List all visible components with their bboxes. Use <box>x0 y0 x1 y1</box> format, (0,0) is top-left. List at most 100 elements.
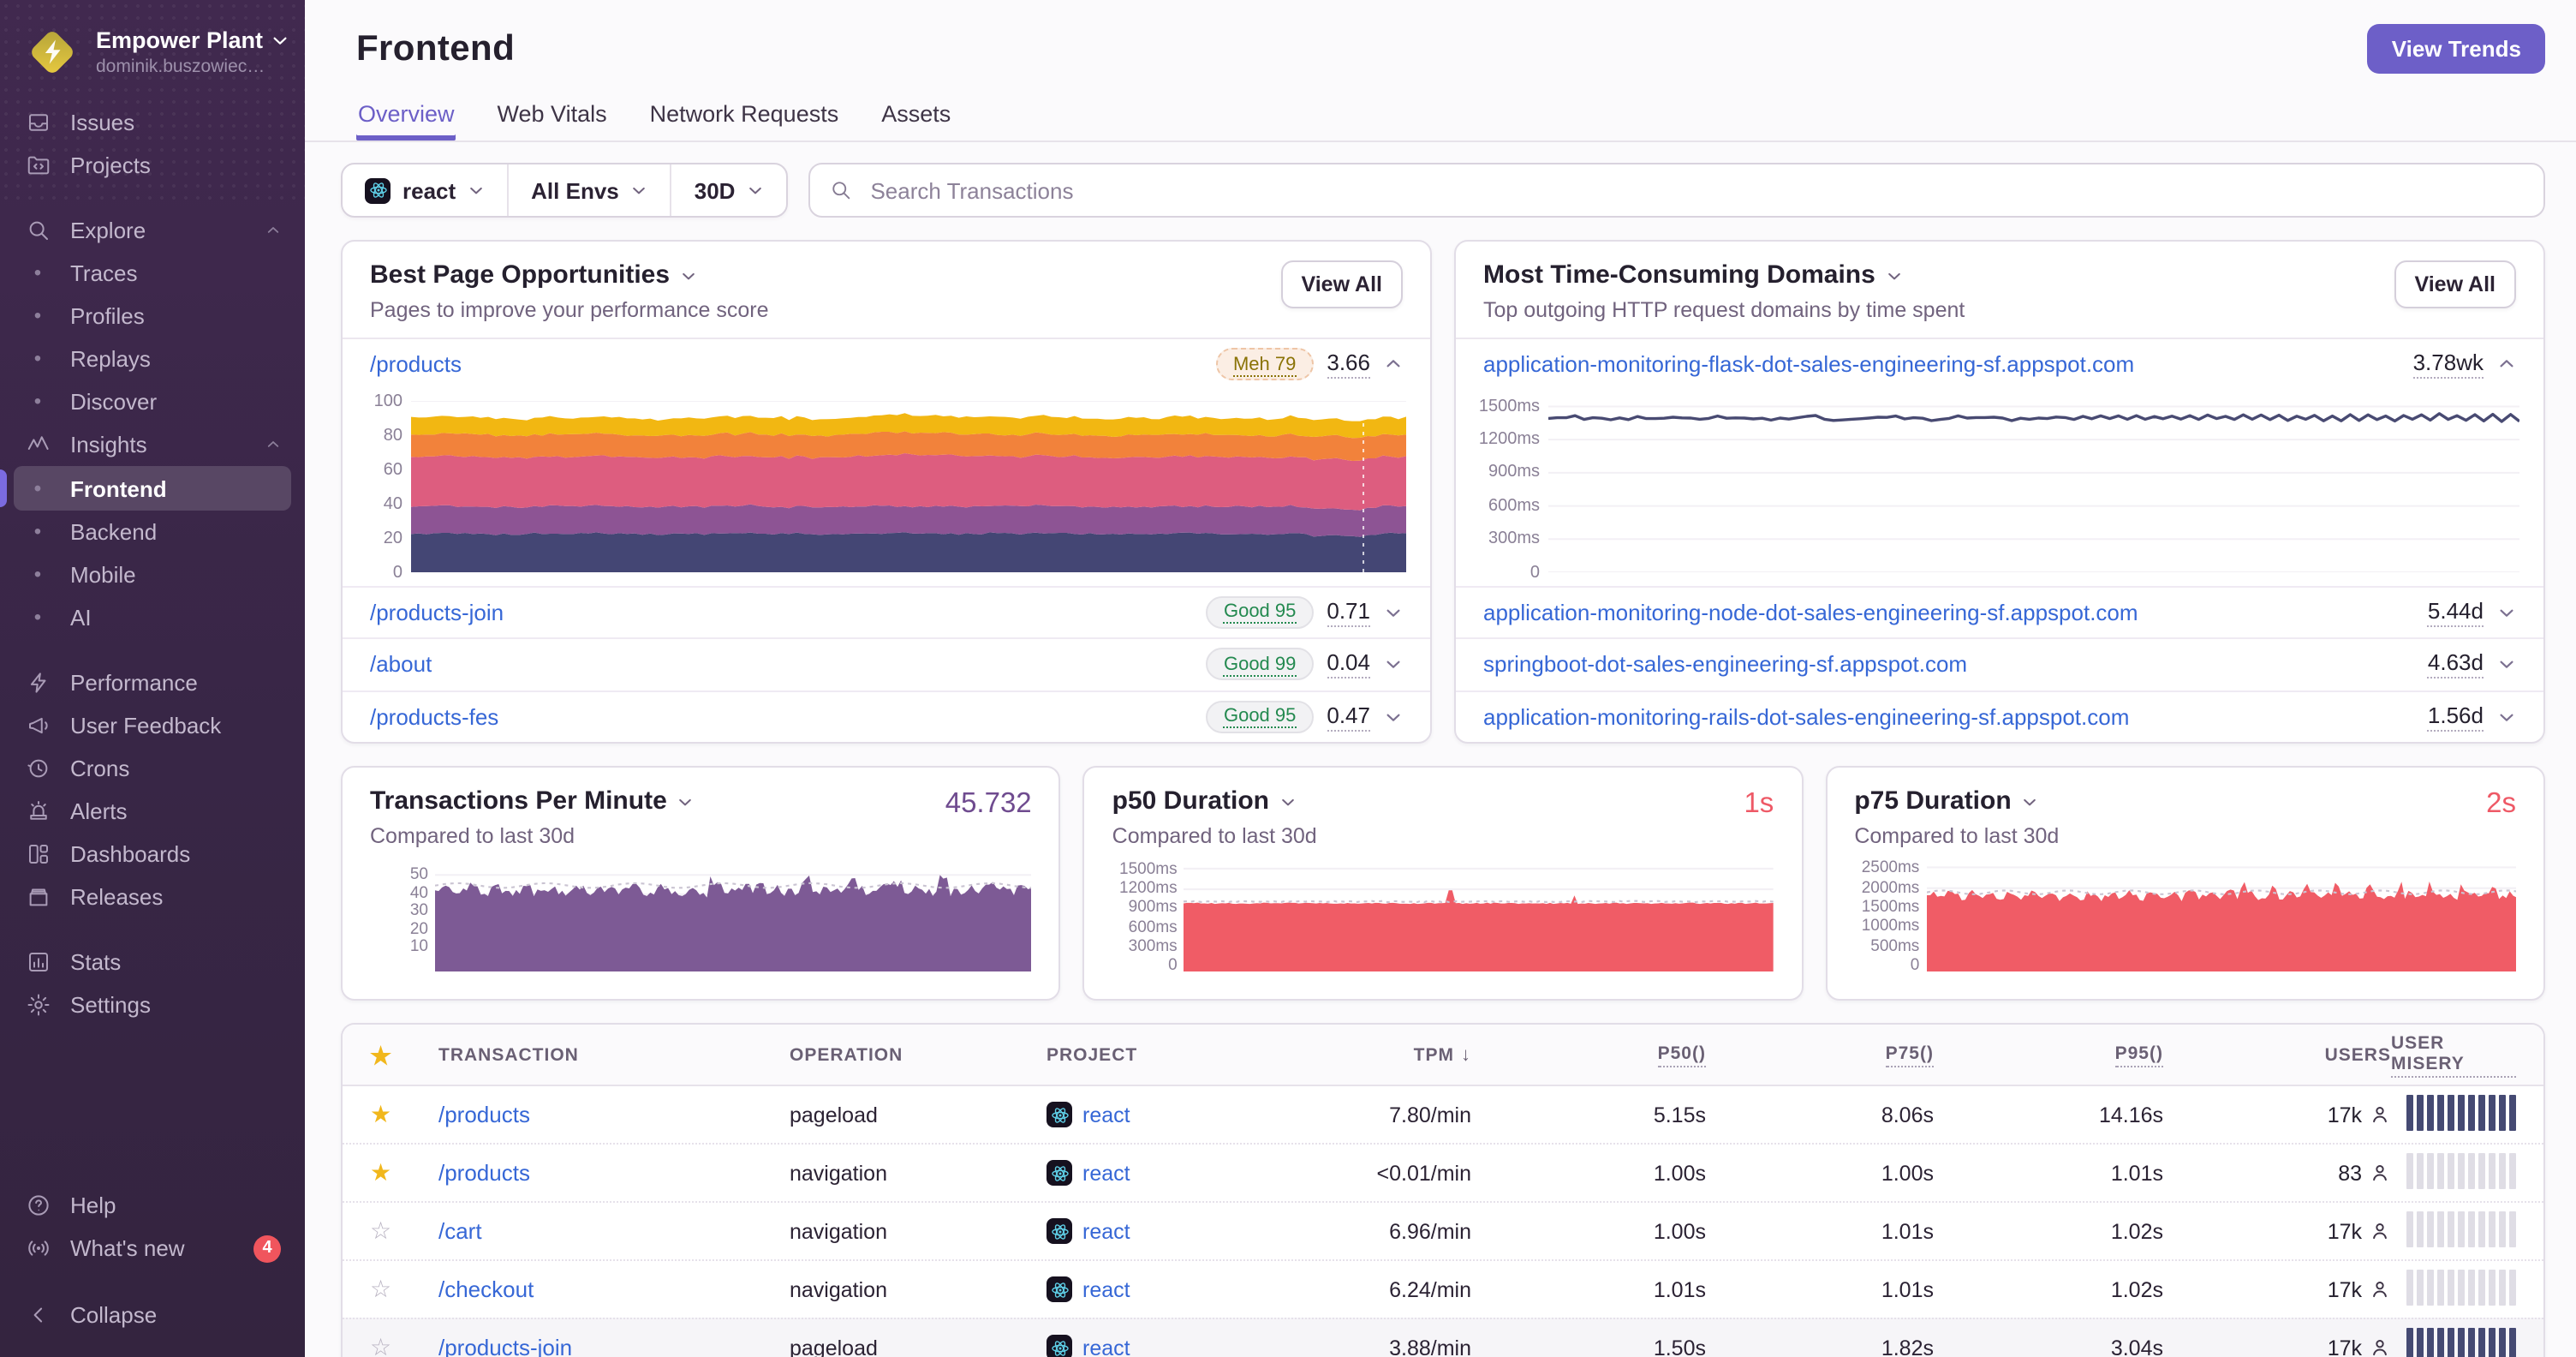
domain-link[interactable]: springboot-dot-sales-engineering-sf.apps… <box>1483 652 1967 678</box>
user-misery-bars <box>2406 1152 2516 1188</box>
y-axis-label: 300ms <box>1488 529 1540 549</box>
page-link[interactable]: /about <box>370 652 432 678</box>
project-filter[interactable]: react <box>343 164 507 216</box>
tab-overview[interactable]: Overview <box>356 93 456 140</box>
sidebar-item-mobile[interactable]: • Mobile <box>0 553 305 596</box>
sidebar-item-releases[interactable]: Releases <box>0 876 305 918</box>
best-pages-title-dropdown[interactable]: Best Page Opportunities <box>370 260 769 290</box>
sidebar-item-replays[interactable]: • Replays <box>0 338 305 380</box>
domain-link[interactable]: application-monitoring-rails-dot-sales-e… <box>1483 704 2129 730</box>
metric-card-p75-duration: p75 Duration 2s Compared to last 30d 2500ms… <box>1825 766 2545 1001</box>
sidebar-item-help[interactable]: Help <box>0 1184 305 1227</box>
topbar: Frontend View Trends <box>305 0 2576 74</box>
chevron-down-icon[interactable] <box>677 792 695 810</box>
sidebar-item-what-s-new[interactable]: What's new 4 <box>0 1227 305 1270</box>
chevron-down-icon[interactable] <box>1384 655 1403 674</box>
tab-web-vitals[interactable]: Web Vitals <box>496 93 609 140</box>
sidebar-item-dashboards[interactable]: Dashboards <box>0 833 305 876</box>
chevron-down-icon[interactable] <box>2497 603 2516 622</box>
chevron-down-icon[interactable] <box>1384 708 1403 726</box>
sidebar-item-issues[interactable]: Issues <box>0 101 305 144</box>
transaction-link[interactable]: /checkout <box>438 1276 534 1302</box>
sidebar-item-discover[interactable]: • Discover <box>0 380 305 423</box>
date-range-filter[interactable]: 30D <box>670 164 787 216</box>
domain-link[interactable]: application-monitoring-node-dot-sales-en… <box>1483 600 2138 625</box>
project-link[interactable]: react <box>1082 1336 1130 1357</box>
metric-cards: Transactions Per Minute 45.732 Compared to… <box>341 766 2545 1001</box>
transaction-link[interactable]: /products <box>438 1160 530 1186</box>
table-body: ★ /products pageload react 7.80/min 5.15s 8.06… <box>343 1086 2543 1357</box>
sidebar-item-performance[interactable]: Performance <box>0 661 305 704</box>
domains-view-all-button[interactable]: View All <box>2394 260 2516 308</box>
chevron-up-icon[interactable] <box>2497 356 2516 374</box>
column-header-operation[interactable]: OPERATION <box>790 1044 1046 1065</box>
sidebar-item-alerts[interactable]: Alerts <box>0 790 305 833</box>
p75-cell: 1.01s <box>1881 1277 1934 1301</box>
chevron-down-icon[interactable] <box>2497 655 2516 674</box>
column-header-misery[interactable]: USER MISERY <box>2391 1032 2516 1077</box>
view-trends-button[interactable]: View Trends <box>2367 24 2545 74</box>
project-link[interactable]: react <box>1082 1277 1130 1301</box>
star-outline-icon[interactable]: ☆ <box>370 1333 391 1357</box>
column-header-project[interactable]: PROJECT <box>1046 1044 1321 1065</box>
environment-filter[interactable]: All Envs <box>507 164 671 216</box>
domain-link[interactable]: application-monitoring-flask-dot-sales-e… <box>1483 352 2134 378</box>
page-link[interactable]: /products-join <box>370 600 504 625</box>
page-filter-group: react All Envs 30D <box>341 163 789 218</box>
transaction-link[interactable]: /cart <box>438 1218 482 1244</box>
user-misery-bars <box>2406 1211 2516 1246</box>
page-link[interactable]: /products <box>370 352 462 378</box>
star-outline-icon[interactable]: ☆ <box>370 1217 391 1244</box>
chevron-down-icon <box>1886 266 1903 284</box>
column-header-p95[interactable]: P95() <box>1934 1043 2163 1067</box>
chevron-down-icon[interactable] <box>2497 708 2516 726</box>
sidebar-item-traces[interactable]: • Traces <box>0 252 305 295</box>
sidebar-item-user-feedback[interactable]: User Feedback <box>0 704 305 747</box>
sidebar-item-frontend[interactable]: • Frontend <box>0 466 291 511</box>
metric-chart: 2500ms 2000ms 1500ms 1000ms 500ms 0 <box>1854 860 2516 973</box>
chevron-up-icon[interactable] <box>1384 356 1403 374</box>
chevron-down-icon[interactable] <box>1279 792 1297 810</box>
sidebar-item-profiles[interactable]: • Profiles <box>0 295 305 338</box>
sidebar-item-settings[interactable]: Settings <box>0 983 305 1026</box>
column-header-users[interactable]: USERS <box>2163 1044 2391 1065</box>
sidebar-item-crons[interactable]: Crons <box>0 747 305 790</box>
project-link[interactable]: react <box>1082 1103 1130 1127</box>
sidebar-item-backend[interactable]: • Backend <box>0 511 305 553</box>
sidebar-item-stats[interactable]: Stats <box>0 941 305 983</box>
tpm-cell: 7.80/min <box>1389 1103 1471 1127</box>
sidebar-item-ai[interactable]: • AI <box>0 596 305 639</box>
tab-network-requests[interactable]: Network Requests <box>648 93 841 140</box>
sidebar-item-collapse[interactable]: Collapse <box>0 1294 305 1336</box>
y-axis-label: 0 <box>1168 956 1178 975</box>
column-header-p75[interactable]: P75() <box>1706 1043 1934 1067</box>
transaction-link[interactable]: /products-join <box>438 1335 572 1357</box>
sidebar-item-projects[interactable]: Projects <box>0 144 305 187</box>
column-header-tpm[interactable]: TPM ↓ <box>1321 1044 1471 1065</box>
best-pages-view-all-button[interactable]: View All <box>1280 260 1403 308</box>
sidebar-group-explore[interactable]: Explore <box>0 209 305 252</box>
project-link[interactable]: react <box>1082 1219 1130 1243</box>
chevron-down-icon[interactable] <box>1384 603 1403 622</box>
metric-value: 2s <box>2486 788 2516 819</box>
star-filled-icon[interactable]: ★ <box>370 1158 391 1186</box>
y-axis-label: 30 <box>409 901 428 921</box>
page-link[interactable]: /products-fes <box>370 704 498 730</box>
domains-title-dropdown[interactable]: Most Time-Consuming Domains <box>1483 260 1965 290</box>
sidebar-group-insights[interactable]: Insights <box>0 423 305 466</box>
p50-cell: 1.00s <box>1653 1219 1706 1243</box>
tpm-cell: 6.24/min <box>1389 1277 1471 1301</box>
org-switcher[interactable]: Empower Plant dominik.buszowiec… <box>0 21 305 101</box>
chevron-down-icon[interactable] <box>2022 792 2039 810</box>
y-axis-label: 0 <box>392 563 402 582</box>
star-filled-icon[interactable]: ★ <box>370 1100 391 1127</box>
column-header-transaction[interactable]: TRANSACTION <box>438 1044 790 1065</box>
transaction-link[interactable]: /products <box>438 1102 530 1127</box>
column-header-p50[interactable]: P50() <box>1471 1043 1706 1067</box>
react-project-icon <box>1046 1218 1072 1244</box>
search-input[interactable] <box>867 176 2525 205</box>
tab-assets[interactable]: Assets <box>880 93 952 140</box>
star-outline-icon[interactable]: ☆ <box>370 1275 391 1302</box>
time-spent-value: 4.63d <box>2427 650 2484 679</box>
project-link[interactable]: react <box>1082 1161 1130 1185</box>
